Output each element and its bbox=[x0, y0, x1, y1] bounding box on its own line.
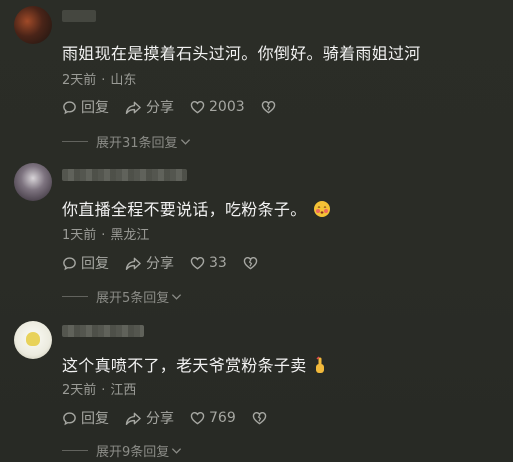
username-blurred[interactable] bbox=[62, 169, 187, 181]
reply-bubble-icon bbox=[63, 411, 76, 425]
heart-icon bbox=[190, 256, 205, 270]
comment-actions: 回复 分享 769 bbox=[62, 408, 287, 428]
like-button[interactable]: 2003 bbox=[190, 99, 245, 115]
chevron-down-icon bbox=[172, 293, 182, 300]
expand-replies-button[interactable]: 展开9条回复 bbox=[62, 441, 182, 460]
expand-replies-button[interactable]: 展开31条回复 bbox=[62, 132, 191, 151]
divider-line bbox=[62, 296, 88, 297]
comment-time: 1天前 bbox=[62, 228, 97, 243]
divider-line bbox=[62, 450, 88, 451]
like-count: 769 bbox=[209, 410, 236, 426]
reply-label: 回复 bbox=[81, 411, 109, 427]
expand-replies-label: 展开31条回复 bbox=[96, 136, 178, 151]
reply-button[interactable]: 回复 bbox=[62, 97, 109, 117]
avatar[interactable] bbox=[14, 321, 52, 359]
chevron-down-icon bbox=[172, 447, 182, 454]
comment-text: 这个真喷不了，老天爷赏粉条子卖 bbox=[62, 352, 327, 378]
reply-label: 回复 bbox=[81, 256, 109, 272]
avatar[interactable] bbox=[14, 163, 52, 201]
expand-replies-button[interactable]: 展开5条回复 bbox=[62, 287, 182, 306]
heart-icon bbox=[190, 100, 205, 114]
comment-actions: 回复 分享 33 bbox=[62, 253, 278, 273]
avatar[interactable] bbox=[14, 6, 52, 44]
share-button[interactable]: 分享 bbox=[125, 97, 174, 117]
comment-time: 2天前 bbox=[62, 73, 97, 88]
comment-meta: 2天前 · 山东 bbox=[62, 73, 137, 88]
comment-meta: 1天前 · 黑龙江 bbox=[62, 228, 150, 243]
comment-location: 山东 bbox=[110, 73, 137, 88]
comment-text: 雨姐现在是摸着石头过河。你倒好。骑着雨姐过河 bbox=[62, 44, 421, 63]
share-label: 分享 bbox=[146, 100, 174, 116]
broken-heart-icon bbox=[261, 100, 275, 114]
divider-line bbox=[62, 141, 88, 142]
comment-location: 黑龙江 bbox=[110, 228, 150, 243]
chevron-down-icon bbox=[180, 138, 190, 145]
reply-button[interactable]: 回复 bbox=[62, 253, 109, 273]
dislike-button[interactable] bbox=[243, 256, 262, 270]
expand-replies-label: 展开5条回复 bbox=[96, 291, 170, 306]
blush-emoji-icon bbox=[313, 200, 331, 222]
like-count: 2003 bbox=[209, 99, 245, 115]
share-arrow-icon bbox=[125, 101, 141, 114]
comment-time: 2天前 bbox=[62, 383, 97, 398]
comment-actions: 回复 分享 2003 bbox=[62, 97, 296, 117]
dislike-button[interactable] bbox=[252, 411, 271, 425]
reply-label: 回复 bbox=[81, 100, 109, 116]
comment-text: 你直播全程不要说话，吃粉条子。 bbox=[62, 196, 331, 222]
heart-icon bbox=[190, 411, 205, 425]
username-blurred[interactable] bbox=[62, 325, 144, 337]
share-button[interactable]: 分享 bbox=[125, 408, 174, 428]
like-button[interactable]: 33 bbox=[190, 255, 227, 271]
comment-text-content: 你直播全程不要说话，吃粉条子。 bbox=[62, 200, 307, 219]
like-button[interactable]: 769 bbox=[190, 410, 236, 426]
comment-location: 江西 bbox=[110, 383, 137, 398]
dislike-button[interactable] bbox=[261, 100, 280, 114]
share-button[interactable]: 分享 bbox=[125, 253, 174, 273]
reply-bubble-icon bbox=[63, 256, 76, 270]
comment-text-content: 这个真喷不了，老天爷赏粉条子卖 bbox=[62, 356, 307, 375]
like-count: 33 bbox=[209, 255, 227, 271]
share-label: 分享 bbox=[146, 411, 174, 427]
share-arrow-icon bbox=[125, 257, 141, 270]
reply-button[interactable]: 回复 bbox=[62, 408, 109, 428]
comment-meta: 2天前 · 江西 bbox=[62, 383, 137, 398]
expand-replies-label: 展开9条回复 bbox=[96, 445, 170, 460]
broken-heart-icon bbox=[243, 256, 258, 270]
share-arrow-icon bbox=[125, 412, 141, 425]
broken-heart-icon bbox=[252, 411, 267, 425]
gesture-emoji-icon bbox=[313, 356, 327, 378]
share-label: 分享 bbox=[146, 256, 174, 272]
reply-bubble-icon bbox=[63, 100, 76, 114]
username-blurred[interactable] bbox=[62, 10, 96, 22]
